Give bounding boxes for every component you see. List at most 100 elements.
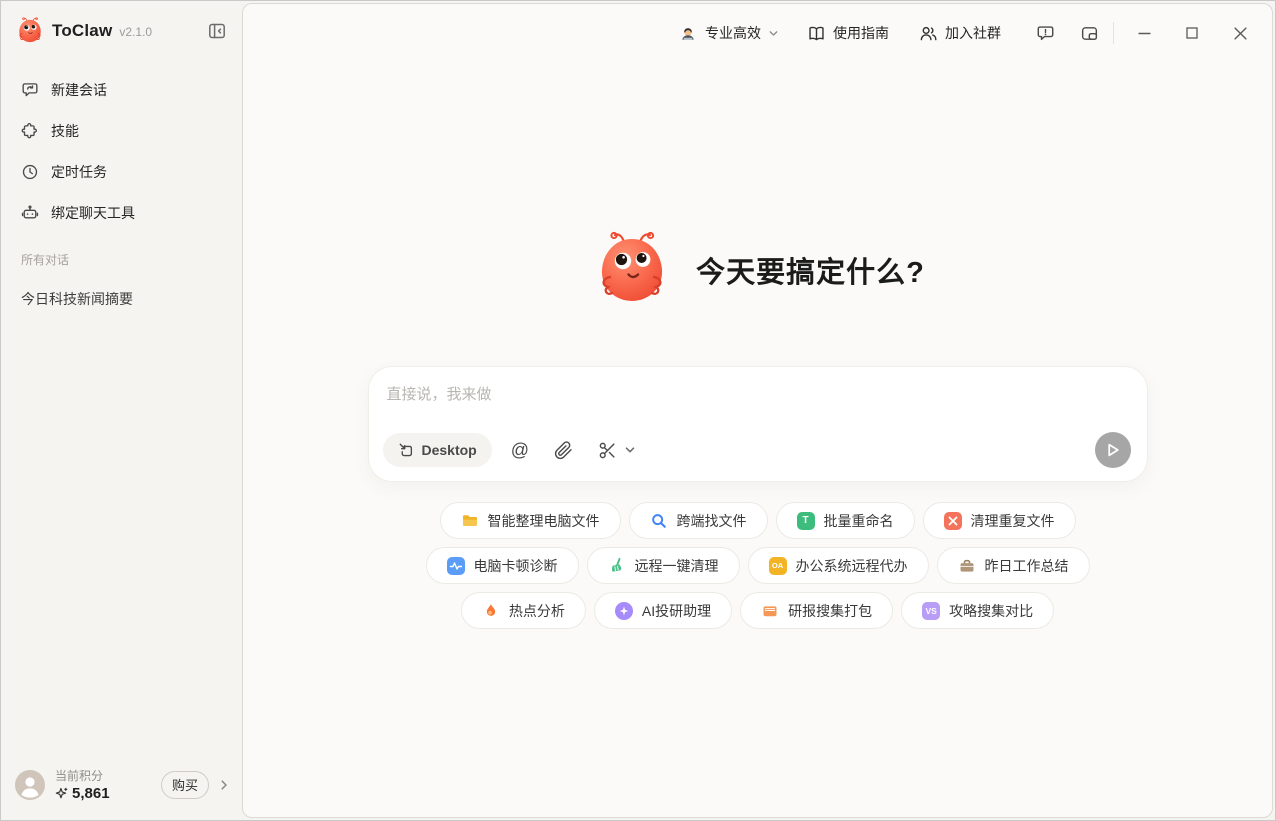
user-avatar[interactable]: [15, 769, 45, 800]
points-block: 当前积分 5,861: [55, 767, 110, 802]
chip-report-pack[interactable]: 研报搜集打包: [740, 592, 894, 629]
send-icon: [1104, 441, 1122, 459]
chip-row-3: 热点分析 AI投研助理 研报搜集打包 VS 攻略搜集对比: [460, 592, 1055, 629]
chip-label: 攻略搜集对比: [949, 602, 1034, 619]
topbar: 专业高效 使用指南 加入社群: [243, 4, 1272, 62]
chip-label: 电脑卡顿诊断: [473, 557, 558, 574]
conversation-list: 今日科技新闻摘要: [9, 281, 234, 317]
chip-oa-remote-tasks[interactable]: OA 办公系统远程代办: [747, 547, 929, 584]
sidebar-item-skills[interactable]: 技能: [9, 110, 234, 151]
buy-button[interactable]: 购买: [161, 770, 209, 799]
minimize-button[interactable]: [1120, 13, 1168, 53]
user-guide-link[interactable]: 使用指南: [807, 23, 889, 43]
sidebar-item-label: 绑定聊天工具: [51, 204, 135, 221]
chip-label: 批量重命名: [823, 512, 894, 529]
app-logo-mascot-icon: [15, 16, 45, 46]
briefcase-icon: [958, 557, 976, 575]
topbar-divider: [1113, 22, 1114, 44]
ai-star-icon: [614, 601, 633, 620]
rename-badge-icon: T: [796, 511, 815, 530]
chip-label: 办公系统远程代办: [795, 557, 908, 574]
app-window: ToClaw v2.1.0 新建会话 技能 定时任务 绑定聊天工具 所有对话 今…: [0, 0, 1276, 821]
maximize-button[interactable]: [1168, 13, 1216, 53]
mention-icon[interactable]: @: [511, 440, 529, 461]
chip-remote-clean[interactable]: 远程一键清理: [586, 547, 740, 584]
flame-icon: [482, 602, 500, 620]
chip-clean-duplicates[interactable]: 清理重复文件: [922, 502, 1076, 539]
conversation-item[interactable]: 今日科技新闻摘要: [9, 281, 234, 317]
desktop-button-label: Desktop: [421, 442, 477, 458]
chip-row-2: 电脑卡顿诊断 远程一键清理 OA 办公系统远程代办 昨日工作总结: [425, 547, 1090, 584]
clock-icon: [21, 163, 39, 181]
broom-icon: [608, 557, 626, 575]
report-folder-icon: [761, 602, 779, 620]
feedback-icon[interactable]: [1031, 19, 1059, 47]
scissors-icon[interactable]: [598, 441, 617, 460]
chip-organize-files[interactable]: 智能整理电脑文件: [439, 502, 621, 539]
app-version: v2.1.0: [119, 25, 153, 39]
technologist-avatar-icon: [678, 23, 698, 43]
chip-ai-research-assistant[interactable]: AI投研助理: [593, 592, 733, 629]
sidebar-nav: 新建会话 技能 定时任务 绑定聊天工具: [9, 69, 234, 233]
clean-duplicates-icon: [943, 511, 962, 530]
main-panel: 专业高效 使用指南 加入社群 今天要搞定什么? 直接说，我来做 Desktop …: [242, 3, 1273, 818]
collapse-sidebar-icon[interactable]: [204, 18, 230, 44]
skills-puzzle-icon: [21, 122, 39, 140]
book-icon: [807, 24, 826, 43]
oa-badge-icon: OA: [768, 556, 787, 575]
sidebar-footer: 当前积分 5,861 购买: [15, 767, 230, 802]
chip-lag-diagnosis[interactable]: 电脑卡顿诊断: [425, 547, 579, 584]
chip-label: AI投研助理: [641, 602, 712, 619]
points-label: 当前积分: [55, 769, 104, 783]
mini-window-icon[interactable]: [1075, 19, 1103, 47]
conversations-section-label: 所有对话: [21, 253, 70, 267]
robot-icon: [21, 204, 39, 222]
chip-label: 昨日工作总结: [984, 557, 1069, 574]
sidebar-item-bind-chat-tool[interactable]: 绑定聊天工具: [9, 192, 234, 233]
sidebar-header: ToClaw v2.1.0: [15, 14, 230, 48]
mode-switcher[interactable]: 专业高效: [678, 23, 779, 43]
crab-mascot: [590, 228, 674, 312]
desktop-mode-button[interactable]: Desktop: [382, 433, 492, 467]
join-community-label: 加入社群: [945, 25, 1001, 41]
sidebar-item-label: 技能: [51, 122, 79, 139]
sidebar-item-scheduled-tasks[interactable]: 定时任务: [9, 151, 234, 192]
chevron-down-icon: [768, 28, 779, 39]
mode-label: 专业高效: [705, 25, 761, 41]
composer-input[interactable]: [386, 383, 1127, 429]
new-chat-icon: [21, 81, 39, 99]
points-value: 5,861: [72, 785, 110, 802]
chip-label: 智能整理电脑文件: [487, 512, 600, 529]
app-title: ToClaw: [52, 21, 113, 40]
attachment-icon[interactable]: [554, 440, 573, 460]
desktop-switch-icon: [398, 442, 414, 458]
chevron-down-icon[interactable]: [624, 444, 636, 456]
chip-yesterday-summary[interactable]: 昨日工作总结: [936, 547, 1090, 584]
expand-account-chevron-icon[interactable]: [218, 779, 230, 791]
hero: 今天要搞定什么?: [243, 228, 1272, 312]
vs-badge-icon: VS: [922, 601, 941, 620]
user-guide-label: 使用指南: [833, 25, 889, 41]
people-icon: [919, 24, 938, 43]
composer-controls: Desktop @: [382, 432, 1131, 468]
join-community-link[interactable]: 加入社群: [919, 23, 1001, 43]
chip-row-1: 智能整理电脑文件 跨端找文件 T 批量重命名 清理重复文件: [439, 502, 1076, 539]
chip-label: 远程一键清理: [634, 557, 719, 574]
close-button[interactable]: [1216, 13, 1264, 53]
sidebar: ToClaw v2.1.0 新建会话 技能 定时任务 绑定聊天工具 所有对话 今…: [1, 1, 242, 820]
chip-guide-compare[interactable]: VS 攻略搜集对比: [901, 592, 1055, 629]
suggestion-chips: 智能整理电脑文件 跨端找文件 T 批量重命名 清理重复文件 电脑卡顿诊断 远程一…: [243, 502, 1272, 629]
chip-batch-rename[interactable]: T 批量重命名: [775, 502, 915, 539]
hero-title: 今天要搞定什么?: [696, 257, 925, 289]
chip-label: 跨端找文件: [676, 512, 747, 529]
search-icon: [650, 512, 668, 530]
chip-hotspot-analysis[interactable]: 热点分析: [460, 592, 586, 629]
chip-find-files[interactable]: 跨端找文件: [628, 502, 768, 539]
sidebar-item-new-chat[interactable]: 新建会话: [9, 69, 234, 110]
diagnosis-pulse-icon: [446, 556, 465, 575]
folder-icon: [461, 512, 479, 530]
chip-label: 研报搜集打包: [788, 602, 873, 619]
sidebar-item-label: 定时任务: [51, 163, 107, 180]
send-button[interactable]: [1094, 432, 1131, 468]
sidebar-item-label: 新建会话: [51, 81, 107, 98]
